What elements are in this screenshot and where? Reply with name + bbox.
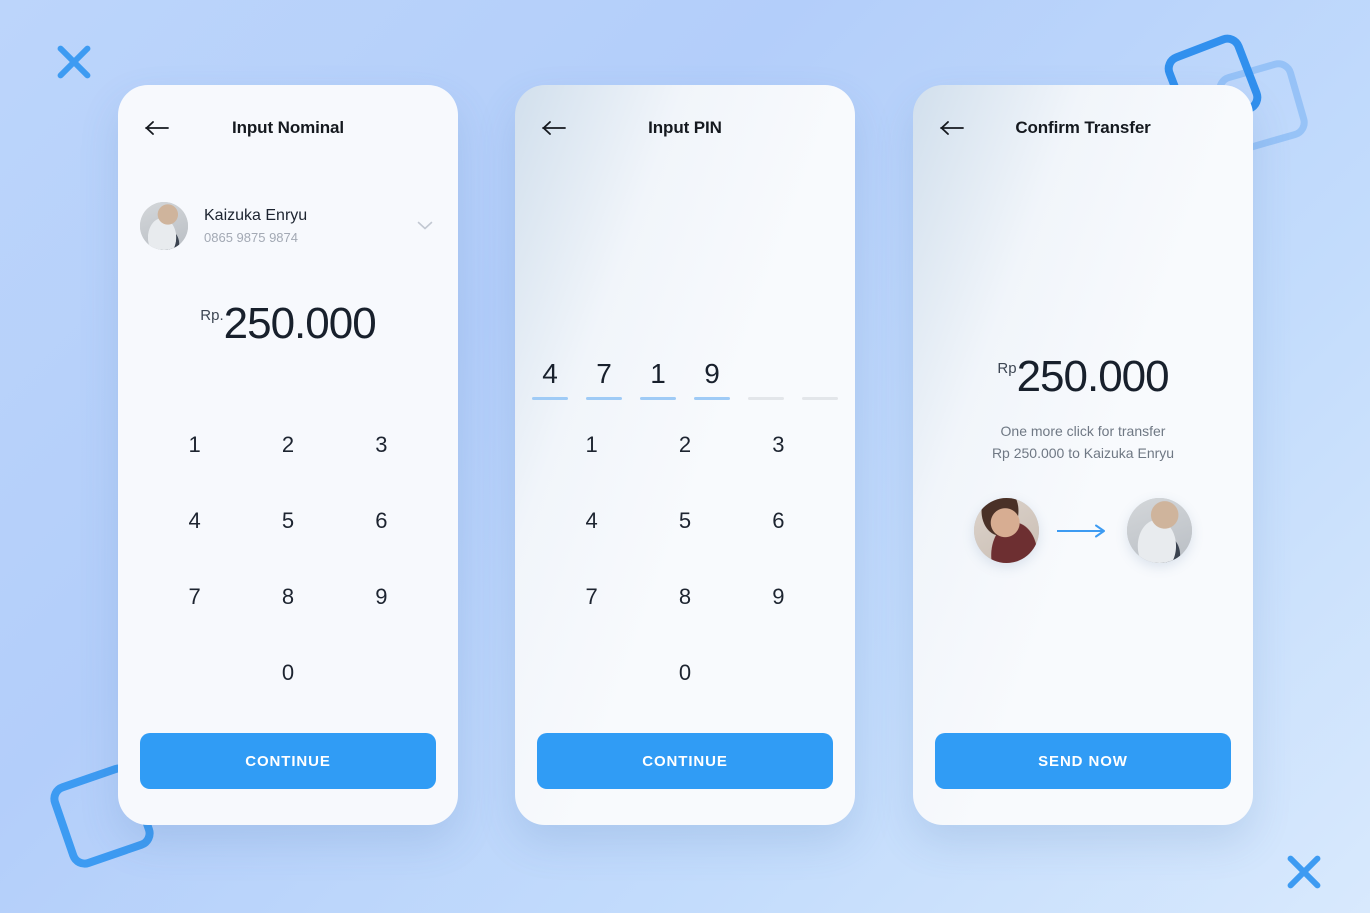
pin-underline-4	[694, 397, 730, 400]
key-4[interactable]: 4	[545, 483, 638, 559]
pin-cell-6[interactable]	[802, 359, 838, 400]
pin-input[interactable]: 4 7 1 9	[515, 358, 855, 400]
key-blank-left	[148, 635, 241, 711]
continue-button[interactable]: CONTINUE	[537, 733, 833, 789]
pin-cell-1[interactable]: 4	[532, 358, 568, 400]
pin-underline-1	[532, 397, 568, 400]
arrow-left-icon	[542, 120, 566, 135]
numeric-keypad: 1 2 3 4 5 6 7 8 9 0	[515, 407, 855, 711]
sender-avatar	[974, 498, 1039, 564]
key-3[interactable]: 3	[732, 407, 825, 483]
key-blank-right	[732, 635, 825, 711]
close-x-mark-top-left	[52, 37, 96, 81]
contact-avatar	[140, 202, 188, 250]
key-2[interactable]: 2	[241, 407, 334, 483]
amount-currency: Rp	[997, 360, 1017, 377]
key-8[interactable]: 8	[638, 559, 731, 635]
pin-cell-3[interactable]: 1	[640, 358, 676, 400]
pin-cell-2[interactable]: 7	[586, 358, 622, 400]
send-now-button[interactable]: SEND NOW	[935, 733, 1231, 789]
arrow-right-icon	[1057, 524, 1105, 538]
contact-name: Kaizuka Enryu	[204, 206, 308, 224]
pin-digit-2: 7	[596, 358, 612, 389]
key-7[interactable]: 7	[545, 559, 638, 635]
card-input-nominal: Input Nominal Kaizuka Enryu 0865 9875 98…	[118, 85, 458, 825]
key-8[interactable]: 8	[241, 559, 334, 635]
arrow-left-icon	[145, 120, 169, 135]
chevron-down-icon[interactable]	[414, 221, 436, 231]
contact-phone: 0865 9875 9874	[204, 229, 298, 245]
key-9[interactable]: 9	[732, 559, 825, 635]
contact-selector-row[interactable]: Kaizuka Enryu 0865 9875 9874	[118, 202, 458, 250]
pin-cell-4[interactable]: 9	[694, 358, 730, 400]
key-0[interactable]: 0	[638, 635, 731, 711]
key-blank-left	[545, 635, 638, 711]
key-1[interactable]: 1	[545, 407, 638, 483]
confirm-note-line-2: Rp 250.000 to Kaizuka Enryu	[991, 444, 1175, 461]
back-button[interactable]	[935, 111, 969, 145]
key-6[interactable]: 6	[732, 483, 825, 559]
pin-digit-4: 9	[704, 358, 720, 389]
app-background: Input Nominal Kaizuka Enryu 0865 9875 98…	[0, 0, 1370, 913]
amount-display: Rp 250.000	[913, 355, 1253, 399]
key-5[interactable]: 5	[241, 483, 334, 559]
card1-header: Input Nominal	[118, 85, 458, 170]
pin-digit-3: 1	[650, 358, 666, 389]
key-1[interactable]: 1	[148, 407, 241, 483]
continue-button[interactable]: CONTINUE	[140, 733, 436, 789]
pin-underline-5	[748, 397, 784, 400]
contact-info: Kaizuka Enryu 0865 9875 9874	[204, 205, 414, 247]
recipient-avatar	[1127, 498, 1192, 564]
amount-value: 250.000	[223, 299, 377, 348]
key-9[interactable]: 9	[335, 559, 428, 635]
card-confirm-transfer: Confirm Transfer Rp 250.000 One more cli…	[913, 85, 1253, 825]
pin-underline-6	[802, 397, 838, 400]
pin-underline-3	[640, 397, 676, 400]
key-3[interactable]: 3	[335, 407, 428, 483]
pin-cell-5[interactable]	[748, 359, 784, 400]
card3-header: Confirm Transfer	[913, 85, 1253, 170]
key-5[interactable]: 5	[638, 483, 731, 559]
card2-header: Input PIN	[515, 85, 855, 170]
key-0[interactable]: 0	[241, 635, 334, 711]
key-blank-right	[335, 635, 428, 711]
numeric-keypad: 1 2 3 4 5 6 7 8 9 0	[118, 407, 458, 711]
close-x-mark-bottom-right	[1282, 847, 1326, 891]
key-7[interactable]: 7	[148, 559, 241, 635]
amount-display: Rp. 250.000	[118, 302, 458, 346]
confirm-note: One more click for transfer Rp 250.000 t…	[913, 421, 1253, 464]
transfer-parties	[913, 498, 1253, 564]
key-2[interactable]: 2	[638, 407, 731, 483]
key-6[interactable]: 6	[335, 483, 428, 559]
pin-digit-1: 4	[542, 358, 558, 389]
key-4[interactable]: 4	[148, 483, 241, 559]
back-button[interactable]	[537, 111, 571, 145]
arrow-left-icon	[940, 120, 964, 135]
amount-value: 250.000	[1016, 352, 1170, 401]
pin-underline-2	[586, 397, 622, 400]
card-input-pin: Input PIN 4 7 1 9 1 2 3 4 5 6 7 8 9 0 CO…	[515, 85, 855, 825]
amount-currency: Rp.	[200, 307, 224, 324]
confirm-note-line-1: One more click for transfer	[1000, 423, 1166, 439]
back-button[interactable]	[140, 111, 174, 145]
